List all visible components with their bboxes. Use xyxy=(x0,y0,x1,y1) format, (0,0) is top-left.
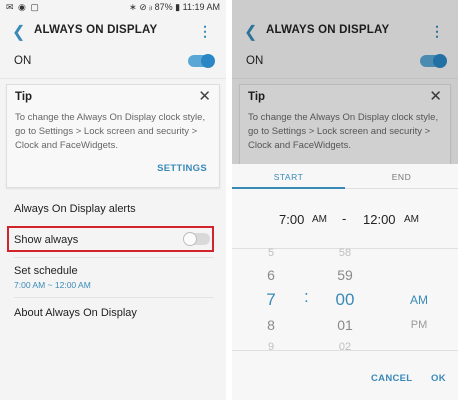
ampm-selected: AM xyxy=(410,293,428,307)
dim-overlay[interactable] xyxy=(232,0,458,165)
range-dash: - xyxy=(342,211,347,226)
alerts-label: Always On Display alerts xyxy=(14,203,136,215)
minute-option: 59 xyxy=(337,267,353,283)
ampm-option: PM xyxy=(410,319,428,331)
left-screen: ✉ ◉ ▢ ∗ ⊘ ᵢₗ 87% ▮ 11:19 AM ❮ ALWAYS ON … xyxy=(0,0,226,400)
hour-option: 9 xyxy=(267,341,275,353)
tip-title: Tip xyxy=(15,91,33,103)
end-ampm: AM xyxy=(404,214,419,225)
wheel-bottom-border xyxy=(232,350,458,351)
minute-wheel[interactable]: 58 59 00 01 02 xyxy=(332,243,358,357)
list-item-set-schedule[interactable]: Set schedule 7:00 AM ~ 12:00 AM xyxy=(0,265,226,295)
cancel-button[interactable]: CANCEL xyxy=(371,373,412,384)
clock: 11:19 AM xyxy=(182,2,220,12)
time-picker-sheet: START END 7:00 AM - 12:00 AM 5 6 7 8 9 :… xyxy=(232,164,458,400)
list-item-alerts[interactable]: Always On Display alerts xyxy=(0,203,226,223)
start-time[interactable]: 7:00 xyxy=(279,212,304,227)
hour-selected: 7 xyxy=(266,290,276,309)
end-time[interactable]: 12:00 xyxy=(363,212,396,227)
close-icon[interactable]: ✕ xyxy=(198,87,211,105)
settings-button[interactable]: SETTINGS xyxy=(157,163,207,174)
tip-body: To change the Always On Display clock st… xyxy=(15,112,206,151)
master-switch-label: ON xyxy=(14,55,32,67)
page-title: ALWAYS ON DISPLAY xyxy=(34,24,158,36)
toggle-knob xyxy=(201,54,215,68)
minute-option: 02 xyxy=(338,341,352,353)
divider xyxy=(14,257,214,258)
tab-indicator xyxy=(232,187,345,189)
minute-option: 01 xyxy=(337,317,353,333)
tab-start[interactable]: START xyxy=(232,172,345,182)
master-switch-row[interactable]: ON xyxy=(0,48,226,79)
hour-wheel[interactable]: 5 6 7 8 9 xyxy=(259,243,283,357)
hour-option: 6 xyxy=(267,267,275,283)
app-bar: ❮ ALWAYS ON DISPLAY ⋮ xyxy=(0,14,226,48)
master-toggle[interactable] xyxy=(188,54,215,68)
notification-icons: ✉ ◉ ▢ xyxy=(6,2,40,12)
more-options-icon[interactable]: ⋮ xyxy=(198,23,212,40)
ok-button[interactable]: OK xyxy=(431,373,446,384)
right-screen: ❮ ALWAYS ON DISPLAY ⋮ ON Tip ✕ To change… xyxy=(232,0,458,400)
status-bar: ✉ ◉ ▢ ∗ ⊘ ᵢₗ 87% ▮ 11:19 AM xyxy=(0,0,226,14)
minute-option: 58 xyxy=(338,247,352,259)
tip-card: Tip ✕ To change the Always On Display cl… xyxy=(6,84,220,188)
schedule-value: 7:00 AM ~ 12:00 AM xyxy=(14,280,91,290)
divider xyxy=(14,297,214,298)
list-item-about[interactable]: About Always On Display xyxy=(0,307,226,327)
tab-end[interactable]: END xyxy=(345,172,458,182)
back-arrow-icon[interactable]: ❮ xyxy=(12,22,25,42)
minute-selected: 00 xyxy=(335,290,355,309)
highlight-box xyxy=(7,226,214,252)
start-ampm: AM xyxy=(312,214,327,225)
hour-option: 5 xyxy=(267,247,275,259)
about-label: About Always On Display xyxy=(14,307,137,319)
time-colon: : xyxy=(304,287,309,306)
hour-option: 8 xyxy=(267,317,275,333)
system-icons: ∗ ⊘ ᵢₗ 87% ▮ xyxy=(129,2,181,12)
ampm-wheel[interactable]: AM PM xyxy=(404,287,434,337)
set-schedule-label: Set schedule xyxy=(14,265,78,277)
